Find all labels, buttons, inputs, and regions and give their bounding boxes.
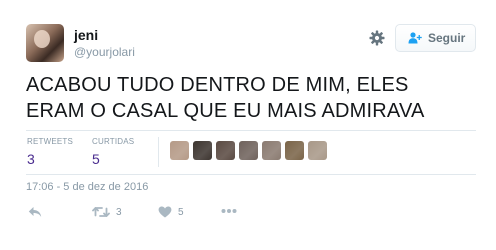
- heart-icon: [158, 206, 172, 218]
- liker-avatar[interactable]: [239, 141, 258, 160]
- liker-avatar[interactable]: [216, 141, 235, 160]
- stats-separator: [158, 137, 159, 167]
- likes-stat[interactable]: CURTIDAS 5: [92, 137, 134, 167]
- likes-label: CURTIDAS: [92, 137, 135, 146]
- likers-avatars: [170, 141, 331, 160]
- reply-icon: [28, 206, 42, 218]
- user-name[interactable]: jeni: [74, 27, 98, 43]
- liker-avatar[interactable]: [193, 141, 212, 160]
- retweets-stat[interactable]: RETWEETS 3: [27, 137, 73, 167]
- retweet-icon: [92, 206, 110, 218]
- tweet-text-line: ACABOU TUDO DENTRO DE MIM, ELES: [26, 74, 409, 96]
- divider: [26, 130, 476, 131]
- divider: [26, 174, 476, 175]
- user-handle[interactable]: @yourjolari: [74, 45, 135, 59]
- retweet-button[interactable]: 3: [92, 206, 122, 218]
- liker-avatar[interactable]: [262, 141, 281, 160]
- tweet-timestamp[interactable]: 17:06 - 5 de dez de 2016: [26, 181, 148, 193]
- profile-avatar[interactable]: [26, 24, 64, 62]
- more-button[interactable]: [221, 208, 237, 214]
- retweets-label: RETWEETS: [27, 137, 74, 146]
- more-icon: [221, 208, 237, 214]
- retweets-value: 3: [27, 151, 35, 167]
- liker-avatar[interactable]: [285, 141, 304, 160]
- reply-button[interactable]: [28, 206, 42, 218]
- follow-button-label: Seguir: [428, 31, 466, 45]
- liker-avatar[interactable]: [170, 141, 189, 160]
- liker-avatar[interactable]: [308, 141, 327, 160]
- tweet-text: ACABOU TUDO DENTRO DE MIM, ELES ERAM O C…: [26, 72, 476, 124]
- gear-icon[interactable]: [369, 30, 385, 46]
- follow-button[interactable]: Seguir: [395, 24, 476, 52]
- likes-value: 5: [92, 151, 100, 167]
- add-user-icon: [408, 32, 422, 44]
- retweet-count: 3: [116, 206, 122, 218]
- like-button[interactable]: 5: [158, 206, 184, 218]
- like-count: 5: [178, 206, 184, 218]
- tweet-text-line: ERAM O CASAL QUE EU MAIS ADMIRAVA: [26, 100, 425, 122]
